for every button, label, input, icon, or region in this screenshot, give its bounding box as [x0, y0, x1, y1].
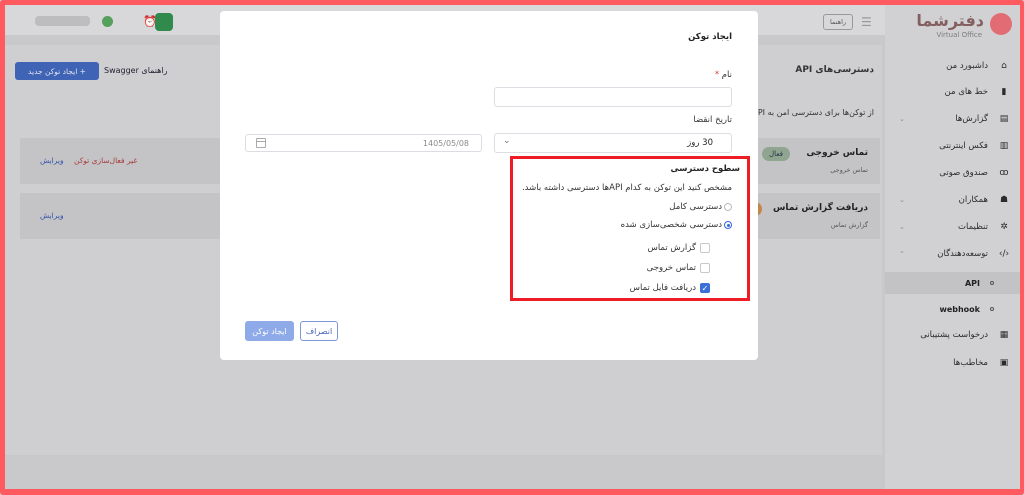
deactivate-link[interactable]: غیر فعال‌سازی توکن — [74, 156, 137, 165]
checkbox-call-report[interactable]: گزارش تماس — [647, 243, 710, 253]
radio-custom-access[interactable]: دسترسی شخصی‌سازی شده — [621, 220, 732, 230]
edit-link[interactable]: ویرایش — [40, 156, 64, 165]
logo-subtitle: Virtual Office — [936, 31, 982, 39]
sidebar-subitem-label: API — [964, 278, 980, 288]
sidebar-item[interactable]: ▮ خط های من — [885, 79, 1020, 105]
fax-icon: ▥ — [999, 141, 1009, 151]
sidebar-item[interactable]: ▦ درخواست پشتیبانی — [885, 322, 1020, 348]
users-icon: ☗ — [999, 195, 1009, 205]
sidebar-item-label: فکس اینترنتی — [939, 141, 988, 151]
status-badge: فعال — [762, 147, 790, 161]
checkbox-label: دریافت فایل تماس — [629, 283, 696, 293]
page-description: از توکن‌ها برای دسترسی امن به API — [752, 108, 874, 117]
name-label-text: نام — [721, 70, 732, 80]
modal-title: ایجاد توکن — [688, 32, 732, 42]
new-token-button[interactable]: + ایجاد توکن جدید — [15, 62, 99, 80]
sidebar-item-label: توسعه‌دهندگان — [937, 249, 988, 259]
sidebar-item[interactable]: ✲ تنظیمات ⌄ — [885, 214, 1020, 240]
sidebar-item-label: خط های من — [944, 87, 988, 97]
sidebar-item-label: همکاران — [958, 195, 988, 205]
logo-text: دفترشما — [916, 11, 984, 30]
radio-button[interactable] — [724, 221, 732, 229]
sidebar-item[interactable]: ▣ مخاطب‌ها — [885, 350, 1020, 376]
radio-full-access[interactable]: دسترسی کامل — [669, 202, 732, 212]
create-token-button[interactable]: ایجاد توکن — [245, 321, 294, 341]
sidebar-item[interactable]: ⌂ داشبورد من — [885, 53, 1020, 79]
required-mark: * — [714, 70, 720, 80]
sidebar-item-label: تنظیمات — [958, 222, 988, 232]
user-name-placeholder[interactable] — [35, 16, 90, 26]
row-actions: غیر فعال‌سازی توکن ویرایش — [40, 156, 137, 165]
sidebar-item[interactable]: ☗ همکاران ⌄ — [885, 187, 1020, 213]
sidebar-item-label: درخواست پشتیبانی — [920, 330, 988, 340]
bullet-icon — [990, 307, 994, 311]
help-chip[interactable]: راهنما — [823, 14, 853, 30]
access-levels-description: مشخص کنید این توکن به کدام APIها دسترسی … — [521, 183, 732, 193]
chevron-down-icon: ⌄ — [503, 136, 511, 146]
radio-label: دسترسی کامل — [669, 202, 722, 212]
chevron-icon: ⌄ — [899, 223, 905, 231]
online-status-icon — [102, 16, 113, 27]
gear-icon: ✲ — [1000, 222, 1008, 232]
report-icon: ▤ — [999, 114, 1009, 124]
expiry-date-value: 1405/05/08 — [422, 139, 469, 148]
checkbox-label: تماس خروجی — [646, 263, 696, 273]
sidebar-subitem-label: webhook — [939, 304, 980, 314]
bullet-icon — [990, 281, 994, 285]
page-title: دسترسی‌های API — [795, 65, 874, 75]
sidebar-item-label: گزارش‌ها — [955, 114, 988, 124]
sim-icon: ▮ — [1001, 87, 1007, 97]
checkbox-label: گزارش تماس — [647, 243, 696, 253]
sidebar-subitem[interactable]: webhook — [885, 298, 1020, 320]
swagger-link[interactable]: راهنمای Swagger — [104, 66, 167, 75]
name-label: نام * — [715, 70, 732, 80]
radio-label: دسترسی شخصی‌سازی شده — [620, 220, 722, 230]
token-name: تماس خروجی — [806, 148, 868, 158]
sidebar-item[interactable]: ꝏ صندوق صوتی — [885, 160, 1020, 186]
token-name: دریافت گزارش تماس — [773, 203, 868, 213]
menu-icon[interactable]: ☰ — [861, 15, 872, 29]
chevron-icon: ⌃ — [899, 250, 905, 258]
token-scope: گزارش تماس — [830, 221, 868, 229]
expiry-date-field[interactable]: 1405/05/08 — [245, 134, 482, 152]
calendar-icon[interactable] — [256, 138, 266, 148]
checkbox-call-file[interactable]: ✓ دریافت فایل تماس — [630, 283, 710, 293]
contacts-icon: ▣ — [999, 358, 1009, 368]
expiry-label: تاریخ انقضا — [693, 115, 732, 125]
sidebar-item[interactable]: ▥ فکس اینترنتی — [885, 133, 1020, 159]
expiry-select[interactable]: 30 روز ⌄ — [494, 133, 732, 153]
sidebar-item-label: مخاطب‌ها — [953, 358, 988, 368]
app-logo[interactable]: دفترشما Virtual Office — [892, 9, 1012, 39]
checkbox[interactable] — [700, 243, 710, 253]
phone-icon[interactable] — [155, 13, 173, 31]
support-icon: ▦ — [999, 330, 1009, 340]
sidebar-item-label: صندوق صوتی — [939, 168, 988, 178]
sidebar-subitem[interactable]: API — [885, 272, 1020, 294]
sidebar-item[interactable]: ‹/› توسعه‌دهندگان ⌃ — [885, 241, 1020, 267]
create-token-modal: ایجاد توکن نام * تاریخ انقضا 30 روز ⌄ 14… — [220, 11, 758, 360]
row-actions: ویرایش — [40, 211, 64, 220]
checkbox[interactable]: ✓ — [700, 283, 710, 293]
code-icon: ‹/› — [998, 249, 1010, 259]
checkbox-outgoing-call[interactable]: تماس خروجی — [647, 263, 710, 273]
edit-link[interactable]: ویرایش — [40, 211, 64, 220]
sidebar: دفترشما Virtual Office ⌂ داشبورد من ▮ خط ها… — [885, 5, 1020, 489]
chevron-icon: ⌄ — [899, 115, 905, 123]
sidebar-item-label: داشبورد من — [946, 61, 988, 71]
home-icon: ⌂ — [1001, 61, 1007, 71]
cancel-button[interactable]: انصراف — [300, 321, 338, 341]
expiry-selected-value: 30 روز — [687, 138, 713, 148]
logo-mark-icon — [990, 13, 1012, 35]
checkbox[interactable] — [700, 263, 710, 273]
chevron-icon: ⌄ — [899, 196, 905, 204]
name-input[interactable] — [494, 87, 732, 107]
access-levels-title: سطوح دسترسی — [670, 164, 741, 174]
voicemail-icon: ꝏ — [999, 168, 1009, 178]
sidebar-item[interactable]: ▤ گزارش‌ها ⌄ — [885, 106, 1020, 132]
radio-button[interactable] — [724, 203, 732, 211]
token-scope: تماس خروجی — [830, 166, 868, 174]
